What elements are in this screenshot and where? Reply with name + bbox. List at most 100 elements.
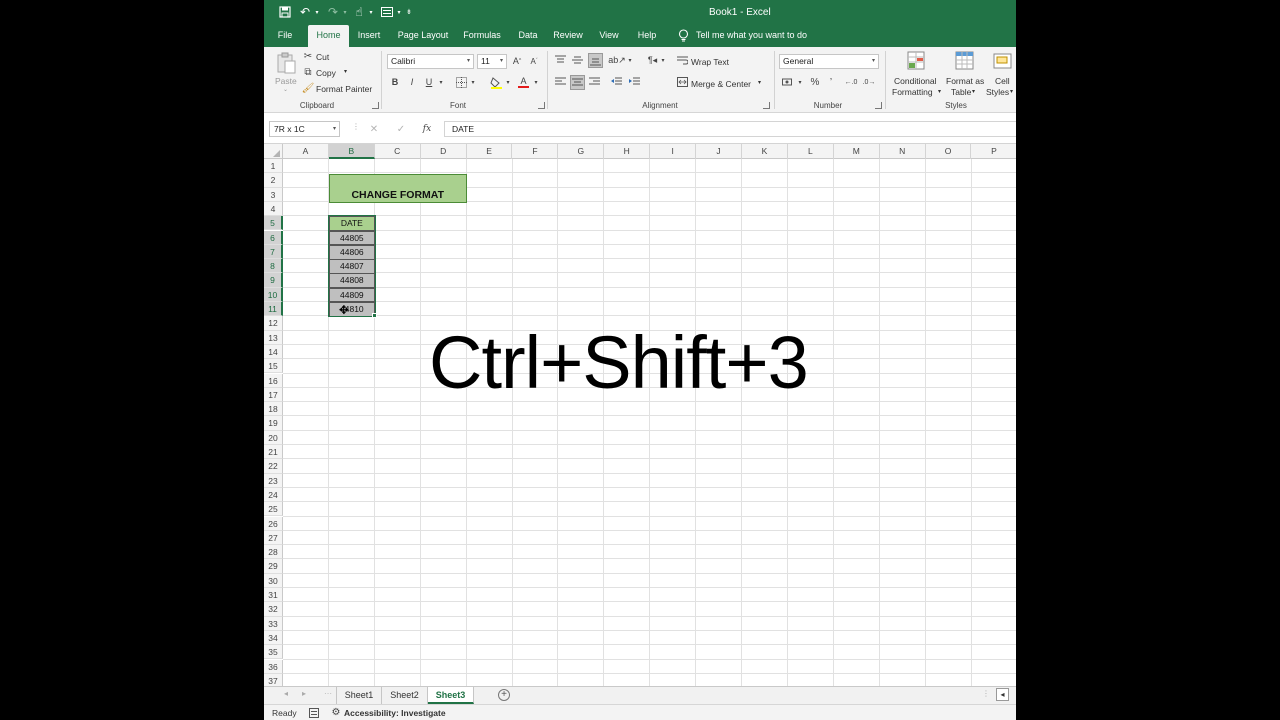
wrap-text-button[interactable]: Wrap Text bbox=[691, 57, 729, 67]
text-direction-icon[interactable]: ¶◂ bbox=[646, 54, 659, 66]
borders-icon[interactable] bbox=[455, 76, 468, 88]
column-header[interactable]: O bbox=[926, 144, 972, 159]
increase-font-icon[interactable]: A ^ bbox=[511, 55, 523, 67]
formula-input[interactable]: DATE bbox=[444, 121, 1016, 137]
row-header[interactable]: 28 bbox=[264, 545, 283, 560]
date-value-cell[interactable]: 44807 bbox=[328, 259, 375, 274]
add-sheet-icon[interactable]: + bbox=[498, 689, 510, 701]
tab-review[interactable]: Review bbox=[550, 25, 586, 47]
conditional-formatting-button[interactable]: Conditional bbox=[894, 76, 937, 86]
row-header[interactable]: 13 bbox=[264, 330, 283, 345]
font-size-select[interactable]: 11 ▾ bbox=[477, 54, 507, 69]
increase-indent-icon[interactable] bbox=[628, 76, 641, 88]
sheet-nav-more-icon[interactable]: ⋯ bbox=[324, 689, 332, 698]
tab-home[interactable]: Home bbox=[308, 25, 349, 47]
fill-handle[interactable] bbox=[371, 313, 377, 319]
underline-dropdown-icon[interactable]: ▾ bbox=[437, 77, 445, 87]
row-header[interactable]: 20 bbox=[264, 430, 283, 445]
column-header[interactable]: L bbox=[788, 144, 834, 159]
date-value-cell[interactable]: 44809 bbox=[328, 287, 375, 303]
row-header[interactable]: 3 bbox=[264, 187, 283, 202]
date-value-cell[interactable]: 44805 bbox=[328, 230, 375, 246]
orientation-dropdown-icon[interactable]: ▾ bbox=[626, 55, 634, 65]
cell-styles-dropdown-icon[interactable]: ▾ bbox=[1010, 88, 1013, 95]
scroll-left-icon[interactable]: ◂ bbox=[996, 688, 1009, 701]
merge-center-button[interactable]: Merge & Center bbox=[691, 79, 751, 89]
row-header[interactable]: 27 bbox=[264, 530, 283, 546]
row-header[interactable]: 6 bbox=[264, 230, 283, 245]
row-header[interactable]: 14 bbox=[264, 344, 283, 360]
format-as-table-icon[interactable] bbox=[954, 50, 976, 72]
row-header[interactable]: 8 bbox=[264, 259, 283, 274]
conditional-formatting-button-line2[interactable]: Formatting bbox=[892, 87, 933, 97]
row-header[interactable]: 26 bbox=[264, 516, 283, 531]
row-header[interactable]: 12 bbox=[264, 316, 283, 331]
cell-styles-button-line2[interactable]: Styles bbox=[986, 87, 1009, 97]
column-header[interactable]: A bbox=[283, 144, 329, 159]
macro-record-icon[interactable] bbox=[308, 707, 319, 718]
column-header[interactable]: C bbox=[375, 144, 421, 159]
row-header[interactable]: 9 bbox=[264, 273, 283, 288]
row-header[interactable]: 37 bbox=[264, 673, 283, 686]
align-left-icon[interactable] bbox=[554, 76, 567, 88]
tab-formulas[interactable]: Formulas bbox=[460, 25, 504, 47]
cut-icon[interactable]: ✂ bbox=[302, 50, 314, 62]
row-header[interactable]: 33 bbox=[264, 616, 283, 631]
format-table-dropdown-icon[interactable]: ▾ bbox=[972, 88, 975, 95]
accessibility-status[interactable]: Accessibility: Investigate bbox=[344, 708, 446, 718]
format-as-table-button-line2[interactable]: Table bbox=[951, 87, 971, 97]
row-header[interactable]: 5 bbox=[264, 216, 283, 231]
row-header[interactable]: 21 bbox=[264, 445, 283, 460]
row-header[interactable]: 31 bbox=[264, 588, 283, 603]
column-header[interactable]: E bbox=[467, 144, 513, 159]
align-center-icon[interactable] bbox=[570, 75, 585, 90]
next-sheet-icon[interactable]: ▸ bbox=[302, 689, 306, 698]
row-header[interactable]: 30 bbox=[264, 573, 283, 588]
row-header[interactable]: 32 bbox=[264, 602, 283, 617]
text-direction-dropdown-icon[interactable]: ▾ bbox=[659, 55, 667, 65]
comma-style-button[interactable]: ’ bbox=[826, 76, 836, 88]
align-right-icon[interactable] bbox=[588, 76, 601, 88]
worksheet-grid[interactable]: ABCDEFGHIJKLMNOP 1 2 3 4 5 6 7 8 9 10 11 12 13 14 15 16… bbox=[264, 144, 1016, 686]
scroll-grip-icon[interactable]: ⋮ bbox=[982, 689, 990, 698]
sheet-tab-sheet2[interactable]: Sheet2 bbox=[382, 687, 428, 704]
merge-center-icon[interactable] bbox=[676, 76, 689, 88]
accounting-format-icon[interactable] bbox=[781, 76, 795, 88]
column-header[interactable]: K bbox=[742, 144, 788, 159]
date-value-cell[interactable]: 44808 bbox=[328, 273, 375, 289]
date-header-cell[interactable]: DATE bbox=[328, 216, 375, 231]
merge-dropdown-icon[interactable]: ▾ bbox=[758, 79, 761, 86]
number-launcher-icon[interactable] bbox=[875, 102, 882, 109]
sheet-tab-sheet1[interactable]: Sheet1 bbox=[336, 687, 382, 704]
cut-button[interactable]: Cut bbox=[316, 52, 329, 62]
column-header[interactable]: H bbox=[604, 144, 651, 159]
format-painter-icon[interactable]: 🖌 bbox=[302, 82, 315, 94]
insert-function-icon[interactable]: fx bbox=[420, 122, 434, 136]
cell-styles-icon[interactable] bbox=[992, 50, 1014, 72]
copy-button[interactable]: Copy bbox=[316, 68, 336, 78]
column-header[interactable]: I bbox=[650, 144, 697, 159]
tab-insert[interactable]: Insert bbox=[352, 25, 386, 47]
enter-icon[interactable]: ✓ bbox=[394, 122, 408, 136]
number-format-select[interactable]: General ▾ bbox=[779, 54, 879, 69]
tab-file[interactable]: File bbox=[270, 25, 300, 47]
row-header[interactable]: 11 bbox=[264, 302, 283, 317]
underline-button[interactable]: U bbox=[423, 76, 435, 88]
row-header[interactable]: 2 bbox=[264, 173, 283, 188]
row-header[interactable]: 17 bbox=[264, 387, 283, 403]
copy-icon[interactable]: ⧉ bbox=[302, 66, 314, 78]
tab-help[interactable]: Help bbox=[634, 25, 660, 47]
name-box[interactable]: 7R x 1C ▾ bbox=[269, 121, 340, 137]
paste-icon[interactable] bbox=[275, 51, 297, 75]
column-header[interactable]: G bbox=[558, 144, 605, 159]
bold-button[interactable]: B bbox=[389, 76, 401, 88]
row-header[interactable]: 7 bbox=[264, 244, 283, 260]
column-header[interactable]: F bbox=[513, 144, 559, 159]
fill-color-icon[interactable] bbox=[489, 75, 503, 89]
conditional-dropdown-icon[interactable]: ▾ bbox=[938, 88, 941, 95]
cancel-icon[interactable]: ✕ bbox=[367, 122, 381, 136]
row-header[interactable]: 15 bbox=[264, 359, 283, 374]
column-header[interactable]: J bbox=[696, 144, 742, 159]
tab-view[interactable]: View bbox=[596, 25, 622, 47]
format-painter-button[interactable]: Format Painter bbox=[316, 84, 372, 94]
